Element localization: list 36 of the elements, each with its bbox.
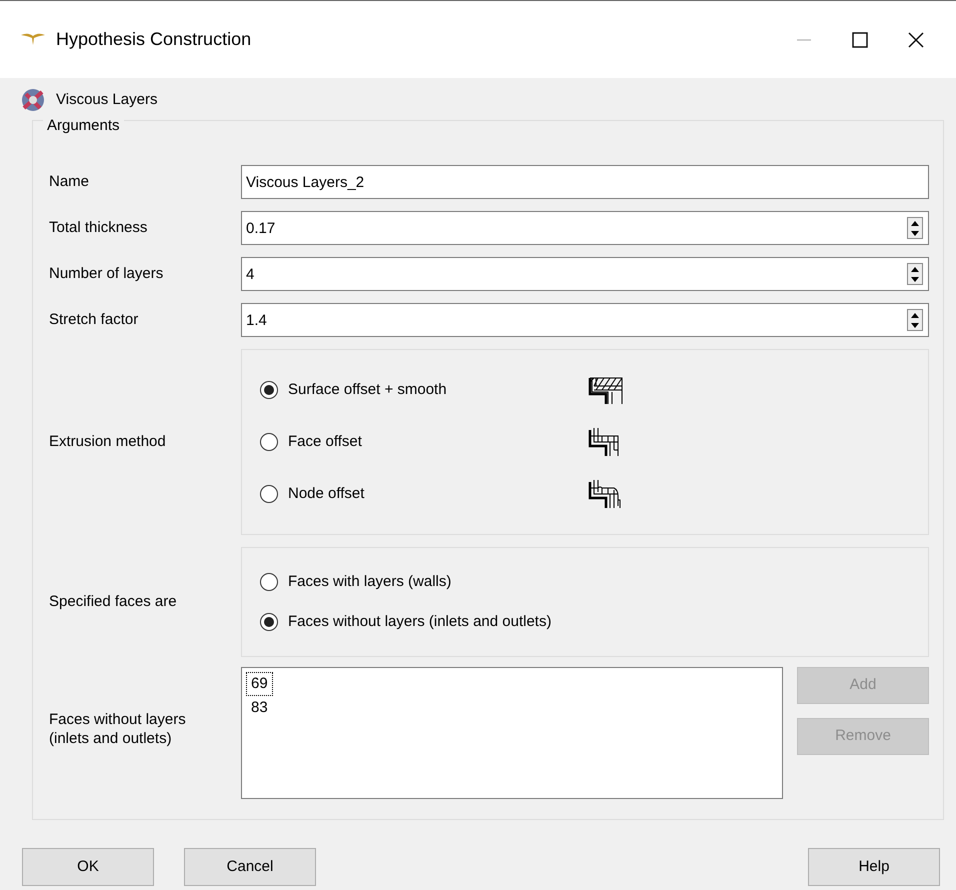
minimize-icon [797,38,811,40]
radio-button[interactable] [260,433,278,451]
option-label[interactable]: Node offset [288,482,576,506]
radio-button[interactable] [260,381,278,399]
face-list[interactable]: 69 83 [241,667,783,799]
field-label: Number of layers [49,264,164,284]
list-item[interactable]: 69 [246,672,273,696]
spin-arrows-icon[interactable] [907,217,923,239]
option-label[interactable]: Face offset [288,430,576,454]
app-icon [20,32,46,46]
hypothesis-title: Viscous Layers [56,90,158,110]
field-label: Specified faces are [49,592,178,612]
window-title: Hypothesis Construction [56,28,252,51]
field-label: Extrusion method [49,432,167,452]
dialog-button[interactable]: Help [808,848,940,886]
option-label[interactable]: Faces without layers (inlets and outlets) [288,610,576,634]
option-label[interactable]: Faces with layers (walls) [288,570,576,594]
text-field[interactable]: Viscous Layers_2 [241,165,929,199]
dialog-button[interactable]: Cancel [184,848,316,886]
spin-box[interactable]: 1.4 [241,303,929,337]
option-label[interactable]: Surface offset + smooth [288,378,576,402]
field-label: Name [49,172,90,192]
radio-button[interactable] [260,573,278,591]
field-label: Stretch factor [49,310,140,330]
spin-arrows-icon[interactable] [907,309,923,331]
list-item[interactable]: 83 [246,696,273,720]
field-label: Total thickness [49,218,148,238]
spin-arrows-icon[interactable] [907,263,923,285]
close-icon [908,32,924,48]
radio-button[interactable] [260,485,278,503]
radio-button[interactable] [260,613,278,631]
spin-box[interactable]: 4 [241,257,929,291]
field-label: Faces without layers (inlets and outlets) [49,711,187,748]
maximize-icon [852,32,868,48]
dialog-button[interactable]: OK [22,848,154,886]
spin-box[interactable]: 0.17 [241,211,929,245]
